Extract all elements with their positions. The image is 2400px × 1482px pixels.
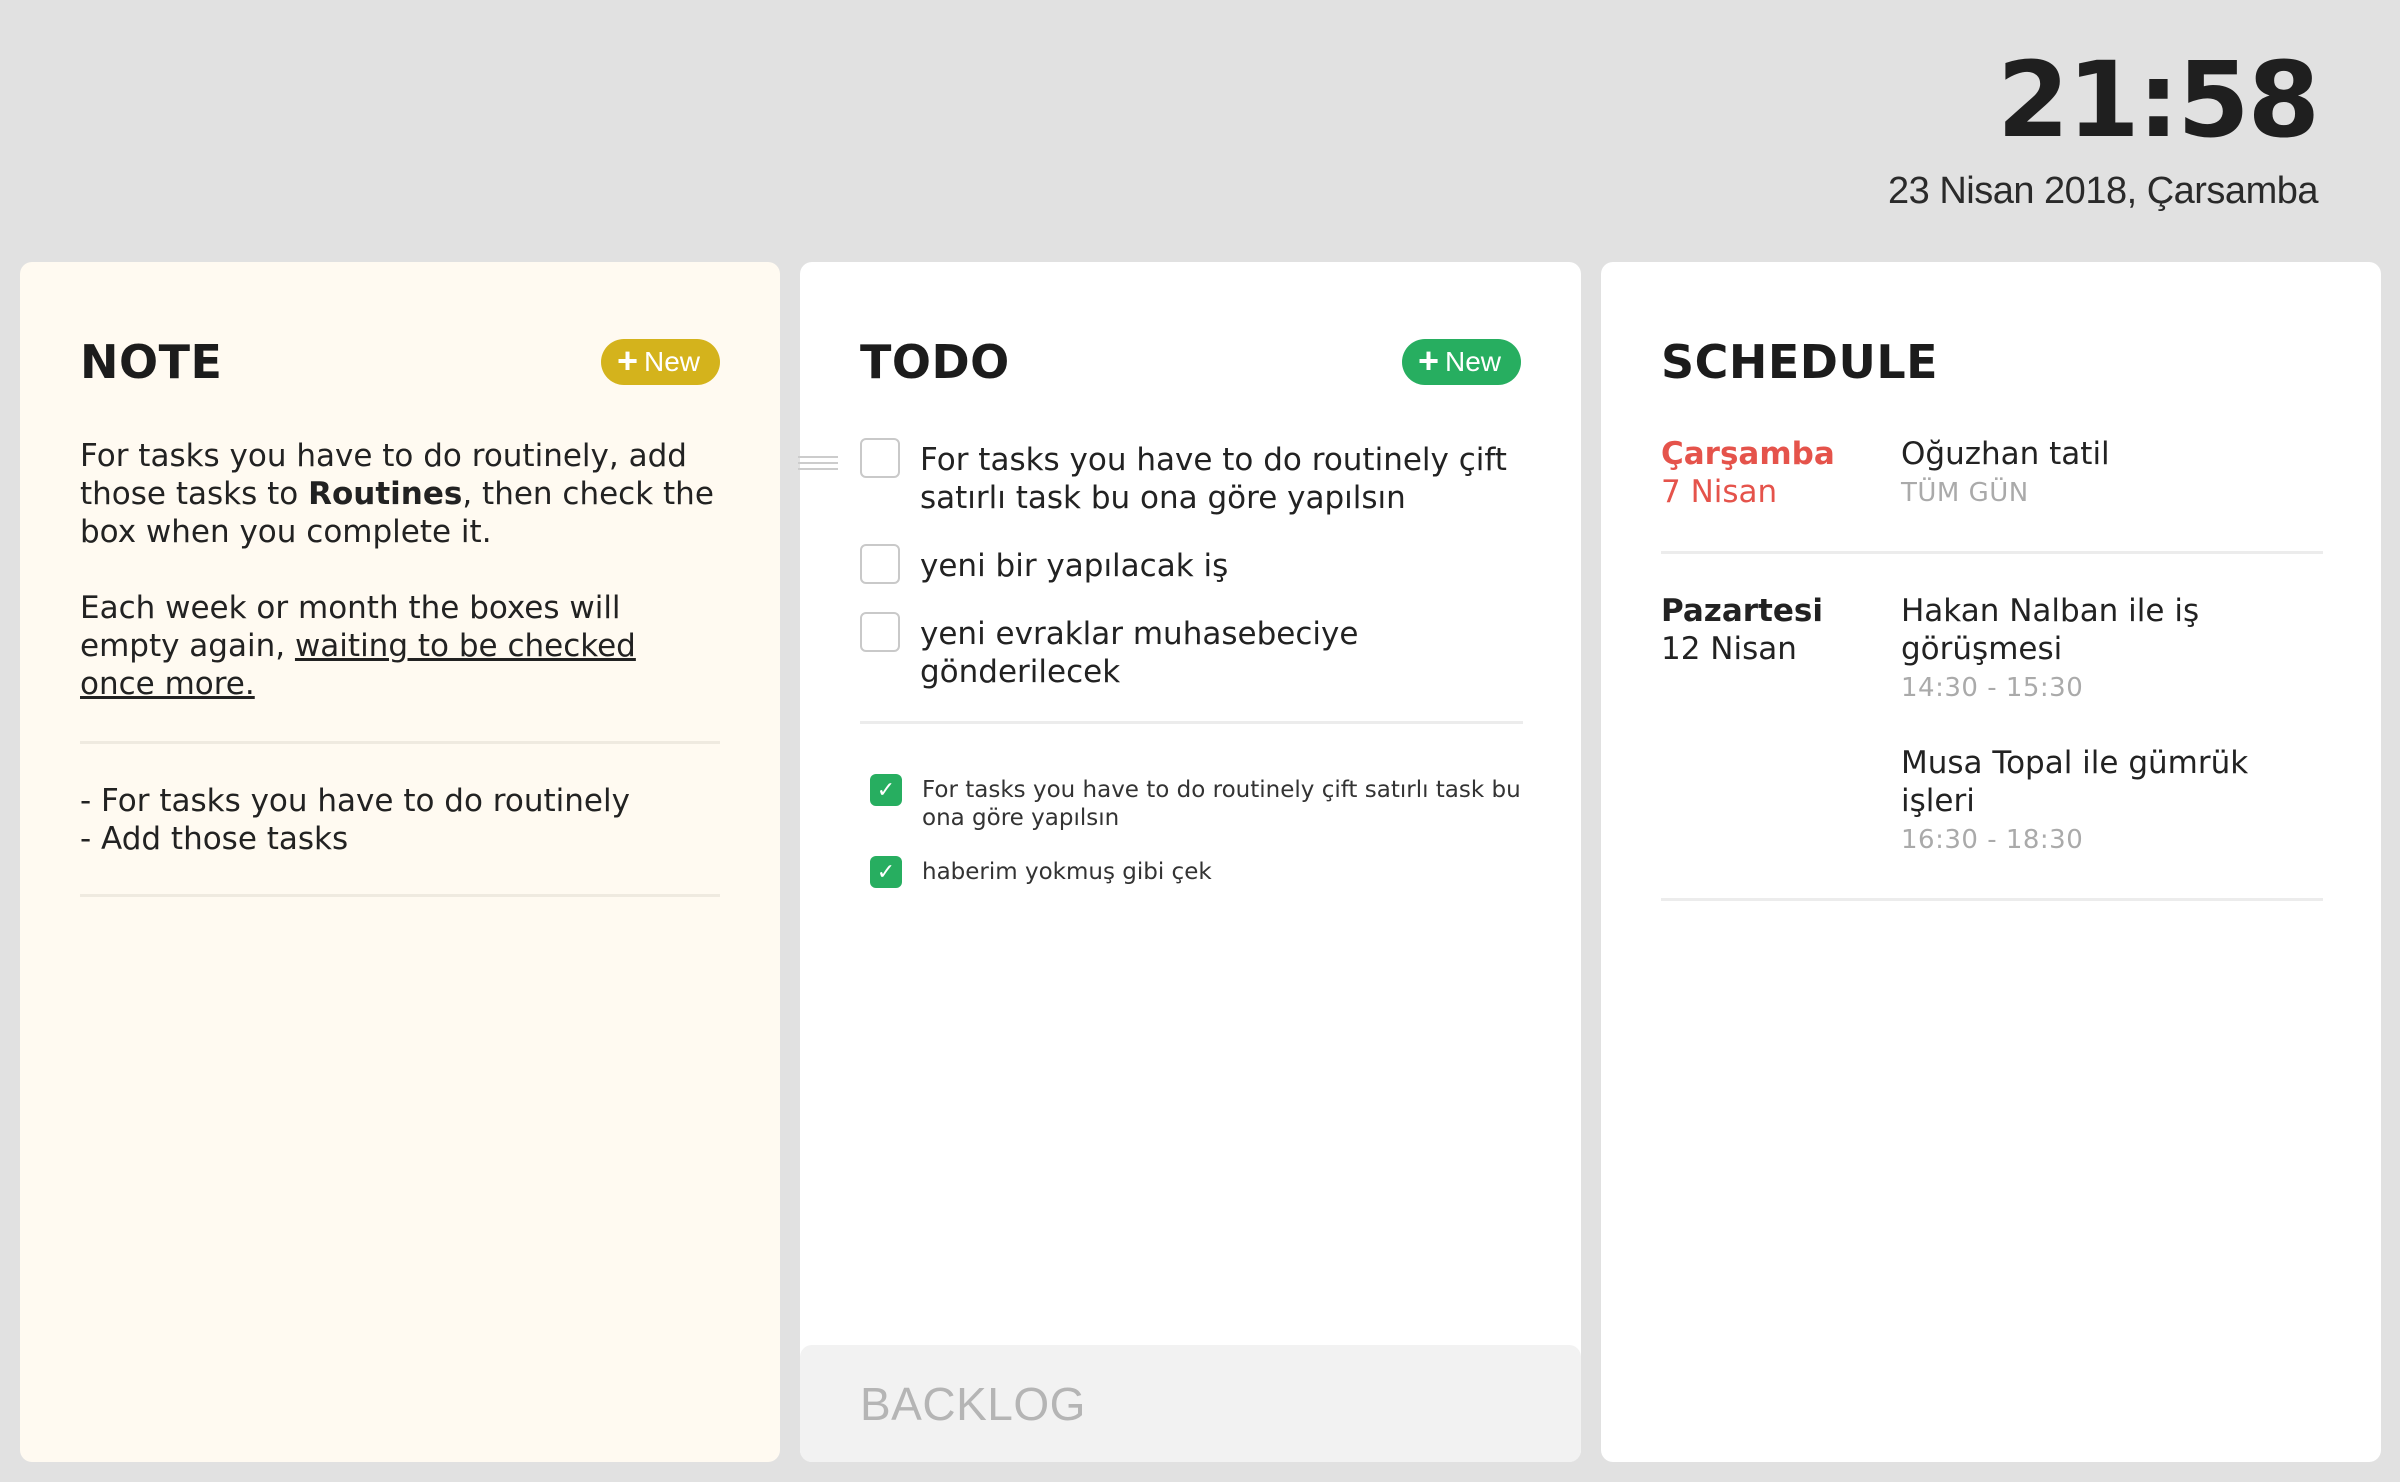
- schedule-day-group: Çarşamba 7 Nisan Oğuzhan tatil TÜM GÜN: [1661, 435, 2323, 551]
- plus-icon: +: [1417, 339, 1439, 381]
- new-todo-button[interactable]: + New: [1401, 339, 1521, 385]
- note-paragraph: Each week or month the boxes will empty …: [80, 589, 720, 703]
- event-time: TÜM GÜN: [1901, 478, 2029, 508]
- schedule-day: Pazartesi 12 Nisan: [1661, 592, 1901, 860]
- note-header: NOTE + New: [80, 322, 720, 402]
- completed-todo-text: For tasks you have to do routinely çift …: [922, 777, 1521, 831]
- schedule-day-date: 12 Nisan: [1661, 631, 1797, 667]
- completed-todo-list: ✓ For tasks you have to do routinely çif…: [860, 774, 1523, 888]
- note-panel: NOTE + New For tasks you have to do rout…: [20, 262, 780, 1462]
- checked-checkbox-icon[interactable]: ✓: [870, 774, 902, 806]
- completed-todo-text: haberim yokmuş gibi çek: [922, 859, 1212, 885]
- divider: [1661, 551, 2323, 554]
- todo-item[interactable]: yeni bir yapılacak iş: [860, 544, 1523, 585]
- schedule-day-name: Pazartesi: [1661, 593, 1823, 629]
- schedule-event[interactable]: Hakan Nalban ile iş görüşmesi 14:30 - 15…: [1901, 592, 2323, 708]
- clock-time: 21:58: [1996, 39, 2320, 161]
- schedule-header: SCHEDULE: [1661, 322, 2321, 402]
- schedule-day-date: 7 Nisan: [1661, 474, 1778, 510]
- todo-checkbox[interactable]: [860, 438, 900, 478]
- todo-checkbox[interactable]: [860, 544, 900, 584]
- schedule-title: SCHEDULE: [1661, 335, 1939, 389]
- todo-item[interactable]: yeni evraklar muhasebeciye gönderilecek: [860, 612, 1523, 691]
- event-title: Hakan Nalban ile iş görüşmesi: [1901, 593, 2200, 667]
- divider: [860, 721, 1523, 724]
- plus-icon: +: [616, 339, 638, 381]
- note-bold-text: Routines: [308, 476, 463, 512]
- schedule-day-group: Pazartesi 12 Nisan Hakan Nalban ile iş g…: [1661, 592, 2323, 898]
- note-list: - For tasks you have to do routinely - A…: [80, 744, 720, 894]
- new-note-button[interactable]: + New: [600, 339, 720, 385]
- todo-item-text: yeni evraklar muhasebeciye gönderilecek: [920, 616, 1359, 690]
- event-time: 16:30 - 18:30: [1901, 825, 2084, 855]
- event-title: Musa Topal ile gümrük işleri: [1901, 745, 2249, 819]
- schedule-events: Hakan Nalban ile iş görüşmesi 14:30 - 15…: [1901, 592, 2323, 860]
- todo-title: TODO: [860, 335, 1010, 389]
- schedule-day: Çarşamba 7 Nisan: [1661, 435, 1901, 513]
- drag-handle-icon[interactable]: [798, 456, 838, 470]
- checked-checkbox-icon[interactable]: ✓: [870, 856, 902, 888]
- schedule-events: Oğuzhan tatil TÜM GÜN: [1901, 435, 2323, 513]
- new-note-label: New: [643, 346, 700, 377]
- todo-checkbox[interactable]: [860, 612, 900, 652]
- clock-widget: 21:58 23 Nisan 2018, Çarsamba: [1888, 39, 2320, 213]
- todo-header: TODO + New: [860, 322, 1521, 402]
- schedule-list: Çarşamba 7 Nisan Oğuzhan tatil TÜM GÜN P…: [1661, 435, 2323, 939]
- schedule-day-name: Çarşamba: [1661, 436, 1835, 472]
- note-list-item: - Add those tasks: [80, 821, 349, 857]
- completed-todo-item[interactable]: ✓ For tasks you have to do routinely çif…: [870, 774, 1523, 832]
- todo-panel: TODO + New For tasks you have to do rout…: [798, 262, 1581, 1462]
- new-todo-label: New: [1444, 346, 1501, 377]
- todo-item[interactable]: For tasks you have to do routinely çift …: [798, 438, 1523, 517]
- todo-item-text: For tasks you have to do routinely çift …: [920, 442, 1507, 516]
- divider: [1661, 898, 2323, 901]
- event-title: Oğuzhan tatil: [1901, 436, 2110, 472]
- note-content[interactable]: For tasks you have to do routinely, add …: [80, 437, 720, 897]
- todo-list: For tasks you have to do routinely çift …: [798, 438, 1523, 912]
- note-list-item: - For tasks you have to do routinely: [80, 783, 630, 819]
- todo-item-text: yeni bir yapılacak iş: [920, 548, 1229, 584]
- note-paragraph: For tasks you have to do routinely, add …: [80, 437, 720, 551]
- schedule-event[interactable]: Musa Topal ile gümrük işleri 16:30 - 18:…: [1901, 744, 2323, 860]
- completed-todo-item[interactable]: ✓ haberim yokmuş gibi çek: [870, 856, 1523, 888]
- schedule-panel: SCHEDULE Çarşamba 7 Nisan Oğuzhan tatil …: [1601, 262, 2381, 1462]
- clock-date: 23 Nisan 2018, Çarsamba: [1888, 170, 2318, 212]
- note-title: NOTE: [80, 335, 223, 389]
- backlog-button[interactable]: BACKLOG: [800, 1345, 1581, 1462]
- schedule-event[interactable]: Oğuzhan tatil TÜM GÜN: [1901, 435, 2323, 513]
- event-time: 14:30 - 15:30: [1901, 673, 2084, 703]
- divider: [80, 894, 720, 897]
